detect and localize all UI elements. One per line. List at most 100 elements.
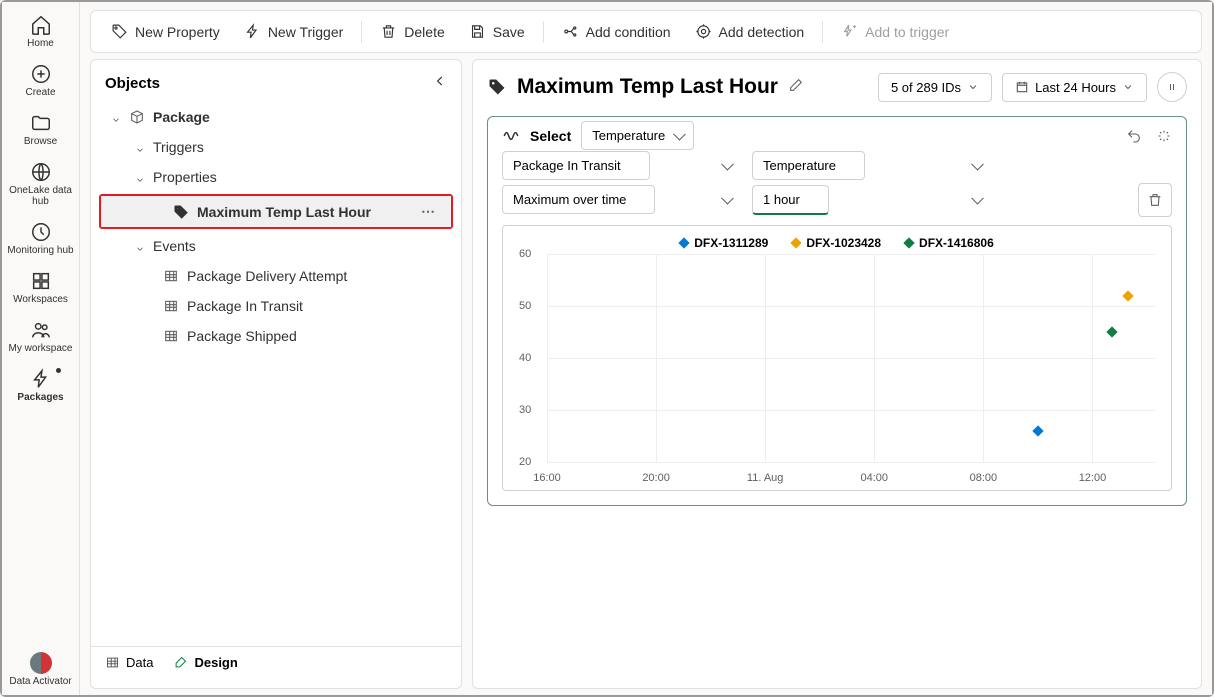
save-button[interactable]: Save xyxy=(459,17,535,46)
monitor-icon xyxy=(30,221,52,243)
add-detection-button[interactable]: Add detection xyxy=(685,17,815,46)
bolt-icon xyxy=(30,368,52,390)
tree-label: Package Delivery Attempt xyxy=(187,268,347,284)
y-tick-label: 20 xyxy=(519,456,531,468)
new-property-button[interactable]: New Property xyxy=(101,17,230,46)
rail-label: Home xyxy=(2,38,79,49)
tree-triggers[interactable]: Triggers xyxy=(91,132,461,162)
delete-button[interactable]: Delete xyxy=(370,17,454,46)
highlight-box: Maximum Temp Last Hour ⋯ xyxy=(99,194,453,229)
chevron-down-icon xyxy=(135,175,145,185)
filter-field-select[interactable]: Temperature xyxy=(752,157,992,175)
chart: DFX-1311289DFX-1023428DFX-1416806 203040… xyxy=(502,225,1172,491)
bolt-icon xyxy=(244,23,261,40)
chevron-left-icon xyxy=(433,74,447,88)
rail-label: Browse xyxy=(2,136,79,147)
x-tick-label: 04:00 xyxy=(861,472,889,484)
tag-icon xyxy=(111,23,128,40)
settings-icon[interactable] xyxy=(1156,128,1172,144)
x-tick-label: 11. Aug xyxy=(747,472,784,484)
tag-icon xyxy=(487,77,507,97)
rail-browse[interactable]: Browse xyxy=(2,106,79,155)
button-label: Save xyxy=(493,24,525,40)
chevron-down-icon xyxy=(967,81,979,93)
rail-myworkspace[interactable]: My workspace xyxy=(2,313,79,362)
rail-label: My workspace xyxy=(2,343,79,354)
nav-rail: Home Create Browse OneLake data hub Moni… xyxy=(2,2,80,695)
tree-properties[interactable]: Properties xyxy=(91,162,461,192)
tree-events[interactable]: Events xyxy=(91,231,461,261)
button-label: Add to trigger xyxy=(865,24,949,40)
x-tick-label: 08:00 xyxy=(970,472,998,484)
tab-label: Design xyxy=(194,655,237,670)
brush-icon xyxy=(173,655,188,670)
data-point xyxy=(1106,326,1117,337)
rail-data-activator[interactable]: Data Activator xyxy=(2,646,79,695)
window-select[interactable]: 1 hour xyxy=(752,191,992,209)
tree-package[interactable]: Package xyxy=(91,102,461,132)
rail-home[interactable]: Home xyxy=(2,8,79,57)
undo-icon[interactable] xyxy=(1126,128,1142,144)
timerange-dropdown[interactable]: Last 24 Hours xyxy=(1002,73,1147,102)
config-card: Select Temperature Package In Transit Te… xyxy=(487,116,1187,506)
add-condition-button[interactable]: Add condition xyxy=(552,17,681,46)
button-label: Delete xyxy=(404,24,444,40)
collapse-panel-button[interactable] xyxy=(433,74,447,92)
aggregation-select[interactable]: Maximum over time xyxy=(502,191,742,209)
primary-select[interactable]: Temperature xyxy=(581,127,694,145)
tree-event-item[interactable]: Package Delivery Attempt xyxy=(91,261,461,291)
pause-button[interactable] xyxy=(1157,72,1187,102)
condition-icon xyxy=(562,23,579,40)
select-value: Temperature xyxy=(581,121,694,150)
button-label: New Trigger xyxy=(268,24,343,40)
plus-circle-icon xyxy=(30,63,52,85)
add-to-trigger-button: Add to trigger xyxy=(831,17,959,46)
tab-data[interactable]: Data xyxy=(105,655,153,670)
rail-monitoring[interactable]: Monitoring hub xyxy=(2,215,79,264)
tree-max-temp[interactable]: Maximum Temp Last Hour ⋯ xyxy=(101,196,451,227)
tree-label: Events xyxy=(153,238,196,254)
filter-source-select[interactable]: Package In Transit xyxy=(502,157,742,175)
legend-item: DFX-1023428 xyxy=(792,236,881,250)
x-tick-label: 12:00 xyxy=(1079,472,1107,484)
y-tick-label: 60 xyxy=(519,248,531,260)
trash-icon xyxy=(380,23,397,40)
folder-icon xyxy=(30,112,52,134)
tab-design[interactable]: Design xyxy=(173,655,237,670)
y-tick-label: 40 xyxy=(519,352,531,364)
cube-icon xyxy=(129,109,145,125)
rail-workspaces[interactable]: Workspaces xyxy=(2,264,79,313)
tree-label: Package Shipped xyxy=(187,328,297,344)
home-icon xyxy=(30,14,52,36)
save-icon xyxy=(469,23,486,40)
select-value: Package In Transit xyxy=(502,151,650,180)
edit-title-button[interactable] xyxy=(788,77,804,98)
tree-label: Maximum Temp Last Hour xyxy=(197,204,371,220)
x-tick-label: 16:00 xyxy=(533,472,561,484)
rail-create[interactable]: Create xyxy=(2,57,79,106)
new-trigger-button[interactable]: New Trigger xyxy=(234,17,353,46)
rail-onelake[interactable]: OneLake data hub xyxy=(2,155,79,215)
chevron-down-icon xyxy=(135,145,145,155)
pause-icon xyxy=(1166,81,1178,93)
chevron-down-icon xyxy=(135,244,145,254)
rail-label: Packages xyxy=(2,392,79,403)
rail-label: Monitoring hub xyxy=(2,245,79,256)
target-icon xyxy=(695,23,712,40)
ids-dropdown[interactable]: 5 of 289 IDs xyxy=(878,73,992,102)
table-icon xyxy=(163,298,179,314)
bolt-plus-icon xyxy=(841,23,858,40)
delete-filter-button[interactable] xyxy=(1138,183,1172,217)
rail-packages[interactable]: Packages xyxy=(2,362,79,411)
wave-icon xyxy=(502,127,520,145)
trash-icon xyxy=(1147,192,1163,208)
data-point xyxy=(1032,425,1043,436)
tree-event-item[interactable]: Package Shipped xyxy=(91,321,461,351)
objects-panel: Objects Package Triggers Pro xyxy=(90,59,462,689)
select-label: Select xyxy=(530,128,571,144)
rail-label: Workspaces xyxy=(2,294,79,305)
table-icon xyxy=(163,268,179,284)
more-button[interactable]: ⋯ xyxy=(421,203,437,220)
tree-label: Triggers xyxy=(153,139,204,155)
tree-event-item[interactable]: Package In Transit xyxy=(91,291,461,321)
